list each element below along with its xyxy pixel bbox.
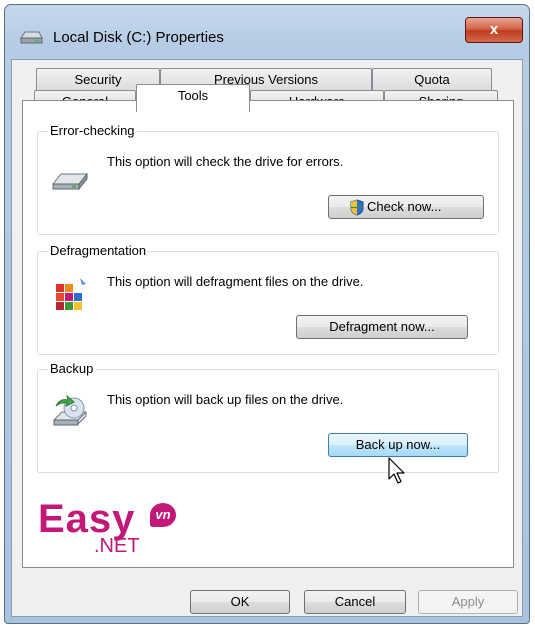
- drive-icon: [52, 172, 88, 191]
- tab-label: Tools: [177, 88, 209, 103]
- apply-label: Apply: [451, 594, 485, 609]
- group-description: This option will check the drive for err…: [107, 154, 344, 169]
- window-title: Local Disk (C:) Properties: [53, 29, 224, 46]
- tab-label: Security: [74, 72, 122, 87]
- group-description: This option will back up files on the dr…: [107, 392, 344, 407]
- tab-tools[interactable]: Tools: [136, 84, 250, 112]
- defragmentation-group: Defragmentation This option will defragm…: [37, 243, 499, 355]
- watermark-net: .NET: [94, 535, 140, 557]
- group-title: Error-checking: [48, 123, 137, 138]
- ok-button[interactable]: OK: [190, 590, 290, 614]
- ok-label: OK: [230, 594, 250, 609]
- group-title: Defragmentation: [48, 243, 149, 258]
- tab-label: Quota: [414, 72, 450, 87]
- title-bar[interactable]: Local Disk (C:) Properties x: [5, 5, 529, 63]
- watermark-badge: vn: [150, 503, 176, 527]
- back-up-now-button[interactable]: Back up now...: [328, 433, 468, 457]
- cancel-label: Cancel: [334, 594, 376, 609]
- check-now-button[interactable]: Check now...: [328, 195, 484, 219]
- easyvn-watermark-logo: Easy vn .NET: [38, 497, 178, 567]
- apply-button[interactable]: Apply: [418, 590, 518, 614]
- close-icon: x: [489, 21, 499, 38]
- back-up-now-label: Back up now...: [355, 437, 441, 452]
- group-description: This option will defragment files on the…: [107, 274, 364, 289]
- group-title: Backup: [48, 361, 96, 376]
- shield-icon: [350, 199, 364, 216]
- defrag-icon: [56, 278, 86, 310]
- backup-icon: [53, 394, 87, 426]
- check-now-label: Check now...: [367, 199, 442, 214]
- tab-quota[interactable]: Quota: [372, 68, 492, 90]
- backup-group: Backup This option will back up files on…: [37, 361, 499, 473]
- window-drive-icon: [20, 31, 43, 44]
- defragment-now-button[interactable]: Defragment now...: [296, 315, 468, 339]
- cancel-button[interactable]: Cancel: [304, 590, 406, 614]
- error-checking-group: Error-checking This option will check th…: [37, 123, 499, 235]
- defragment-now-label: Defragment now...: [329, 319, 435, 334]
- mouse-cursor-icon: [388, 457, 405, 484]
- close-button[interactable]: x: [465, 17, 523, 43]
